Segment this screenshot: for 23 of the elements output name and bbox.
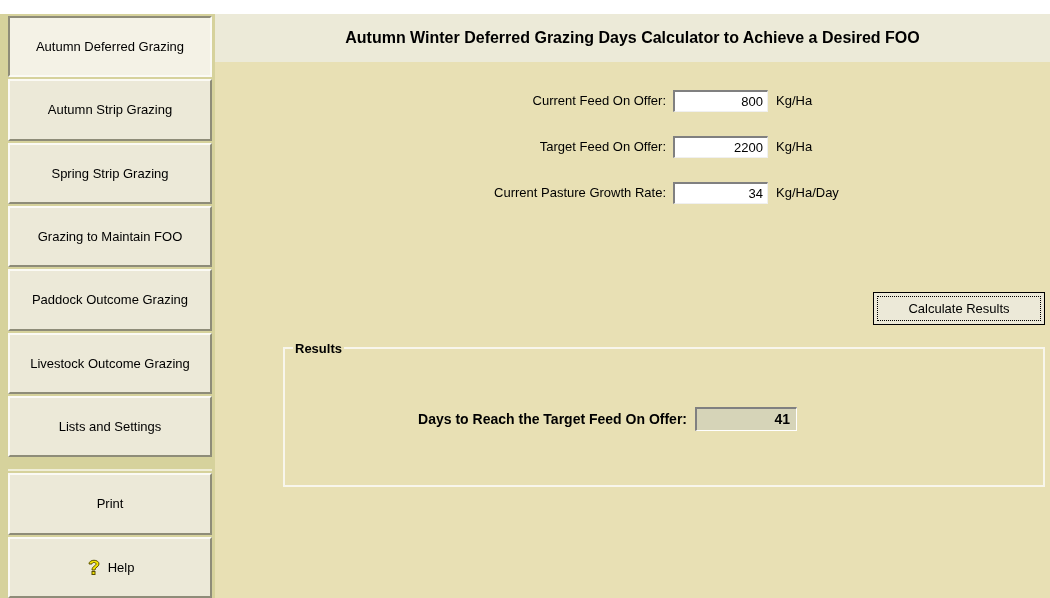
field-label: Current Pasture Growth Rate: [493, 184, 667, 203]
print-button[interactable]: Print [8, 473, 212, 535]
result-value: 41 [695, 407, 797, 431]
help-button[interactable]: Help [8, 536, 212, 598]
unit-label: Kg/Ha/Day [775, 184, 839, 203]
page-title: Autumn Winter Deferred Grazing Days Calculator to Achieve a Desired FOO [345, 28, 920, 48]
input-field[interactable]: 2200 [673, 136, 768, 158]
unit-label: Kg/Ha [775, 92, 813, 111]
nav-button[interactable]: Paddock Outcome Grazing [8, 269, 212, 331]
nav-button[interactable]: Spring Strip Grazing [8, 142, 212, 205]
unit-label: Kg/Ha [775, 138, 813, 157]
nav-button[interactable]: Lists and Settings [8, 396, 212, 458]
nav-button[interactable]: Livestock Outcome Grazing [8, 332, 212, 395]
nav-button[interactable]: Autumn Strip Grazing [8, 79, 212, 141]
nav-button[interactable]: Autumn Deferred Grazing [8, 16, 212, 78]
input-field[interactable]: 34 [673, 182, 768, 204]
field-label: Current Feed On Offer: [531, 92, 667, 111]
result-label: Days to Reach the Target Feed On Offer: [417, 409, 688, 429]
field-label: Target Feed On Offer: [538, 138, 667, 157]
input-field[interactable]: 800 [673, 90, 768, 112]
calculate-button[interactable]: Calculate Results [873, 292, 1045, 325]
nav-button[interactable]: Grazing to Maintain FOO [8, 206, 212, 268]
question-mark-icon [85, 558, 102, 577]
